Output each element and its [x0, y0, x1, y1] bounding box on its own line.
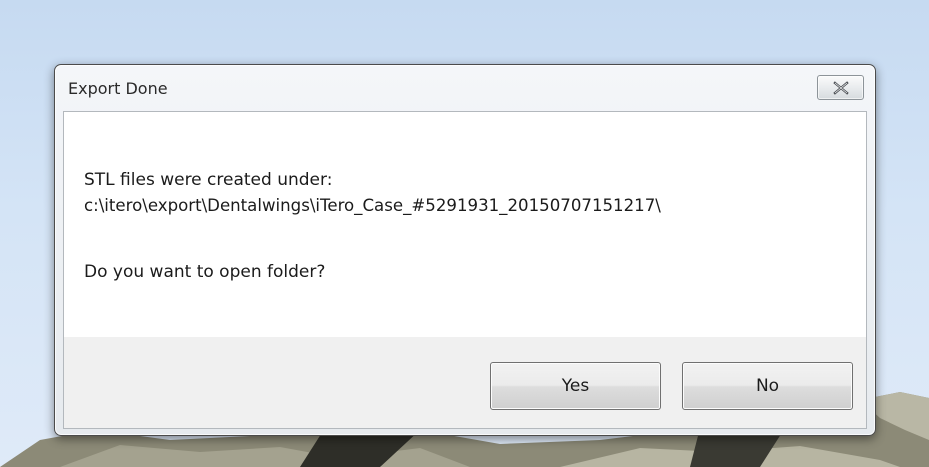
- dialog-title: Export Done: [68, 79, 168, 98]
- message-line-1: STL files were created under:: [84, 170, 333, 190]
- yes-button[interactable]: Yes: [490, 362, 661, 410]
- export-path: c:\itero\export\Dentalwings\iTero_Case_#…: [84, 196, 661, 215]
- message-area: STL files were created under: c:\itero\e…: [64, 112, 866, 337]
- no-button[interactable]: No: [682, 362, 853, 410]
- close-x-icon: [833, 81, 849, 95]
- dialog-titlebar[interactable]: Export Done: [55, 65, 875, 111]
- open-folder-question: Do you want to open folder?: [84, 262, 326, 282]
- close-button[interactable]: [817, 75, 864, 100]
- dialog-body: STL files were created under: c:\itero\e…: [63, 111, 867, 429]
- export-done-dialog: Export Done STL files were created under…: [54, 64, 876, 436]
